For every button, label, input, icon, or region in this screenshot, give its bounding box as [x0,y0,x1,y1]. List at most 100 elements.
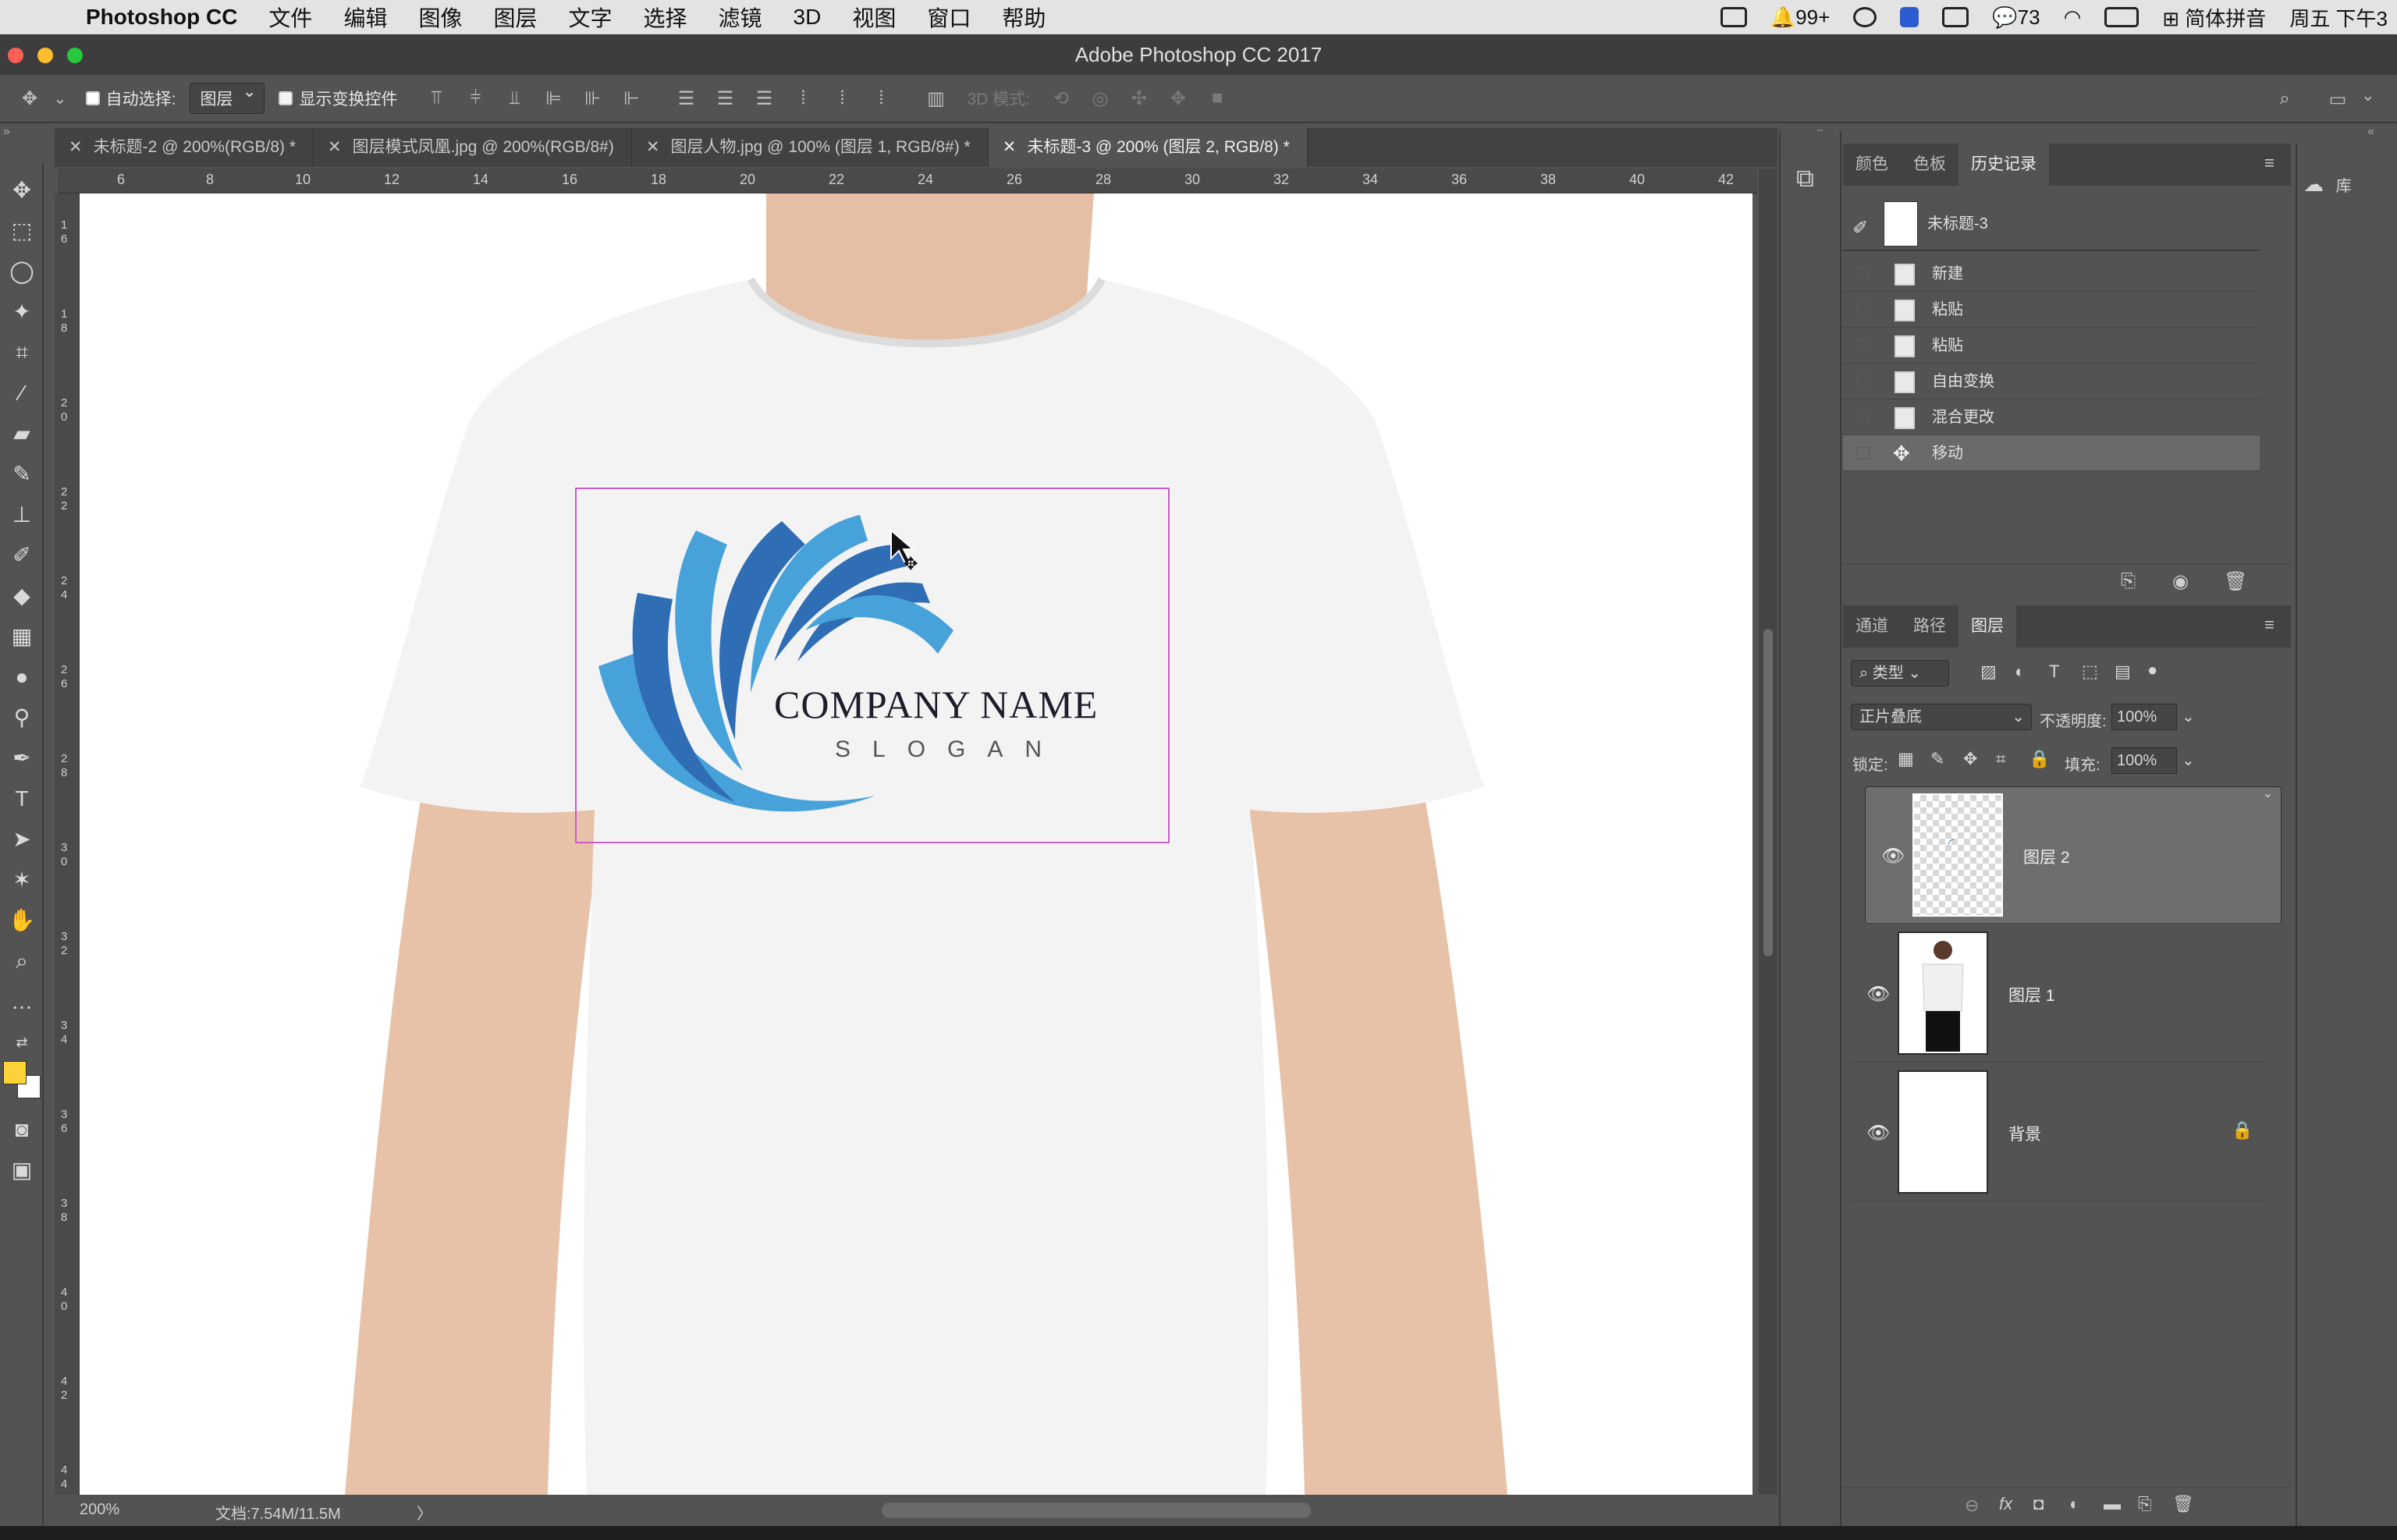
tab-color[interactable]: 颜色 [1843,144,1901,186]
healing-brush-tool-icon[interactable]: ▰ [6,418,37,449]
tab-layers[interactable]: 图层 [1958,605,2016,648]
zoom-tool-icon[interactable]: ⌕ [6,946,37,977]
workspace-chevron-icon[interactable]: ⌄ [2361,86,2375,105]
history-step[interactable]: 粘贴 [1843,292,2260,328]
align-hcenter-icon[interactable]: ⊪ [577,83,608,114]
distribute-top-icon[interactable]: ☰ [670,83,701,114]
auto-select-dropdown[interactable]: 图层 [190,82,265,114]
3d-roll-icon[interactable]: ◎ [1085,83,1116,114]
layer-row[interactable]: 👁 图层 1 [1851,925,2267,1063]
layer-name[interactable]: 图层 1 [2008,983,2055,1006]
auto-select-checkbox[interactable] [85,91,100,105]
history-brush-source-icon[interactable]: ✐ [1852,211,1868,247]
history-source-checkbox[interactable] [1857,447,1870,460]
fx-icon[interactable]: fx [1999,1494,2012,1514]
app-icon[interactable] [1900,7,1919,27]
lock-all-icon[interactable]: 🔒 [2029,749,2050,769]
close-window-button[interactable] [8,48,23,63]
3d-pan-icon[interactable]: ✣ [1124,83,1155,114]
quick-mask-icon[interactable]: ◙ [6,1114,37,1145]
custom-shape-tool-icon[interactable]: ✶ [6,864,37,896]
layer-filter-dropdown[interactable]: ⌕ 类型 ⌄ [1851,660,1949,687]
tab-channels[interactable]: 通道 [1843,605,1901,648]
distribute-left-icon[interactable]: ⦙ [787,83,819,114]
libraries-button[interactable]: ☁ 库 [2303,165,2389,203]
hand-tool-icon[interactable]: ✋ [6,905,37,936]
history-source-checkbox[interactable] [1857,375,1870,388]
adjustment-layer-icon[interactable]: ◐ [2069,1494,2079,1514]
tab-phoenix[interactable]: ✕ 图层模式凤凰.jpg @ 200%(RGB/8#) [314,128,632,167]
preset-chevron-icon[interactable]: ⌄ [53,89,67,108]
move-tool-preset-icon[interactable]: ✥ [14,83,45,114]
menu-app-name[interactable]: Photoshop CC [86,5,237,30]
lock-position-icon[interactable]: ✥ [1963,749,1977,769]
filter-pixel-icon[interactable]: ▨ [1980,662,1997,682]
menu-help[interactable]: 帮助 [1002,2,1046,33]
filter-adjustment-icon[interactable]: ◐ [2015,662,2025,682]
expand-left-icon[interactable]: » [3,125,10,139]
menu-layer[interactable]: 图层 [493,2,537,33]
vertical-ruler[interactable]: 1 6 1 8 2 0 2 2 2 4 2 6 2 8 3 0 3 2 3 4 3 6 3 8 4 0 4… [55,193,80,1495]
clock[interactable]: 周五 下午3 [2289,3,2388,32]
link-layers-icon[interactable]: ⊖ [1965,1496,1979,1516]
marquee-tool-icon[interactable]: ⬚ [6,215,37,247]
history-source-checkbox[interactable] [1857,303,1870,316]
horizontal-scroll-thumb[interactable] [882,1503,1311,1518]
minimize-window-button[interactable] [37,48,53,63]
align-vcenter-icon[interactable]: ⫩ [460,83,491,114]
blend-mode-dropdown[interactable]: 正片叠底 ⌄ [1851,704,2032,730]
stamp-tool-icon[interactable]: ⊥ [6,499,37,530]
properties-panel-icon[interactable]: ⧉ [1796,164,1814,193]
menu-type[interactable]: 文字 [568,2,612,33]
menu-window[interactable]: 窗口 [927,2,971,33]
dodge-tool-icon[interactable]: ⚲ [6,702,37,733]
magic-wand-tool-icon[interactable]: ✦ [6,296,37,328]
history-panel-menu-icon[interactable]: ≡ [2264,153,2274,173]
screen-mode-icon[interactable]: ▣ [6,1155,37,1186]
tab-person[interactable]: ✕ 图层人物.jpg @ 100% (图层 1, RGB/8#) * [632,128,989,167]
layer-name[interactable]: 图层 2 [2023,845,2070,868]
3d-orbit-icon[interactable]: ⟲ [1046,83,1077,114]
collapse-library-icon[interactable]: « [2367,125,2374,139]
menu-filter[interactable]: 滤镜 [719,2,762,33]
history-brush-tool-icon[interactable]: ✐ [6,540,37,571]
3d-slide-icon[interactable]: ✥ [1163,83,1194,114]
eyedropper-tool-icon[interactable]: ⁄ [6,378,37,409]
filter-toggle-icon[interactable]: ● [2147,660,2157,680]
layer-name[interactable]: 背景 [2008,1122,2041,1145]
show-transform-checkbox[interactable] [279,91,293,105]
close-icon[interactable]: ✕ [1003,138,1017,156]
workspace-icon[interactable]: ▭ [2322,83,2353,115]
foreground-color-swatch[interactable] [3,1061,27,1084]
fill-chevron-icon[interactable]: ⌄ [2182,750,2195,770]
tab-paths[interactable]: 路径 [1901,605,1958,648]
tab-swatches[interactable]: 色板 [1901,144,1958,186]
new-layer-icon[interactable]: ⎘ [2138,1494,2152,1514]
menu-view[interactable]: 视图 [852,2,896,33]
layer-locked-icon[interactable]: 🔒 [2232,1120,2253,1141]
history-step[interactable]: 自由变换 [1843,364,2260,399]
history-step-selected[interactable]: ✥ 移动 [1843,435,2260,471]
display-icon[interactable] [1942,7,1969,27]
filter-smart-object-icon[interactable]: ▤ [2115,662,2131,682]
opacity-chevron-icon[interactable]: ⌄ [2182,707,2195,726]
menu-select[interactable]: 选择 [644,2,687,33]
close-icon[interactable]: ✕ [69,138,83,156]
type-tool-icon[interactable]: T [6,783,37,814]
distribute-bottom-icon[interactable]: ☰ [748,83,779,114]
history-source-checkbox[interactable] [1857,411,1870,424]
camera-snapshot-icon[interactable]: ◉ [2172,570,2189,593]
visibility-eye-icon[interactable]: 👁 [1881,845,1905,868]
align-left-icon[interactable]: ⊫ [538,83,569,114]
history-step[interactable]: 新建 [1843,256,2260,292]
align-top-icon[interactable]: ⫪ [421,83,452,114]
tab-untitled-3[interactable]: ✕ 未标题-3 @ 200% (图层 2, RGB/8) * [988,128,1308,167]
menu-file[interactable]: 文件 [268,2,312,33]
filter-shape-icon[interactable]: ⬚ [2082,662,2098,682]
delete-layer-icon[interactable]: 🗑 [2172,1494,2194,1514]
align-bottom-icon[interactable]: ⫫ [499,83,530,114]
lock-image-icon[interactable]: ✎ [1930,749,1944,769]
search-icon[interactable]: ⌕ [2269,83,2300,115]
zoom-level[interactable]: 200% [80,1501,119,1519]
history-step[interactable]: 混合更改 [1843,399,2260,435]
